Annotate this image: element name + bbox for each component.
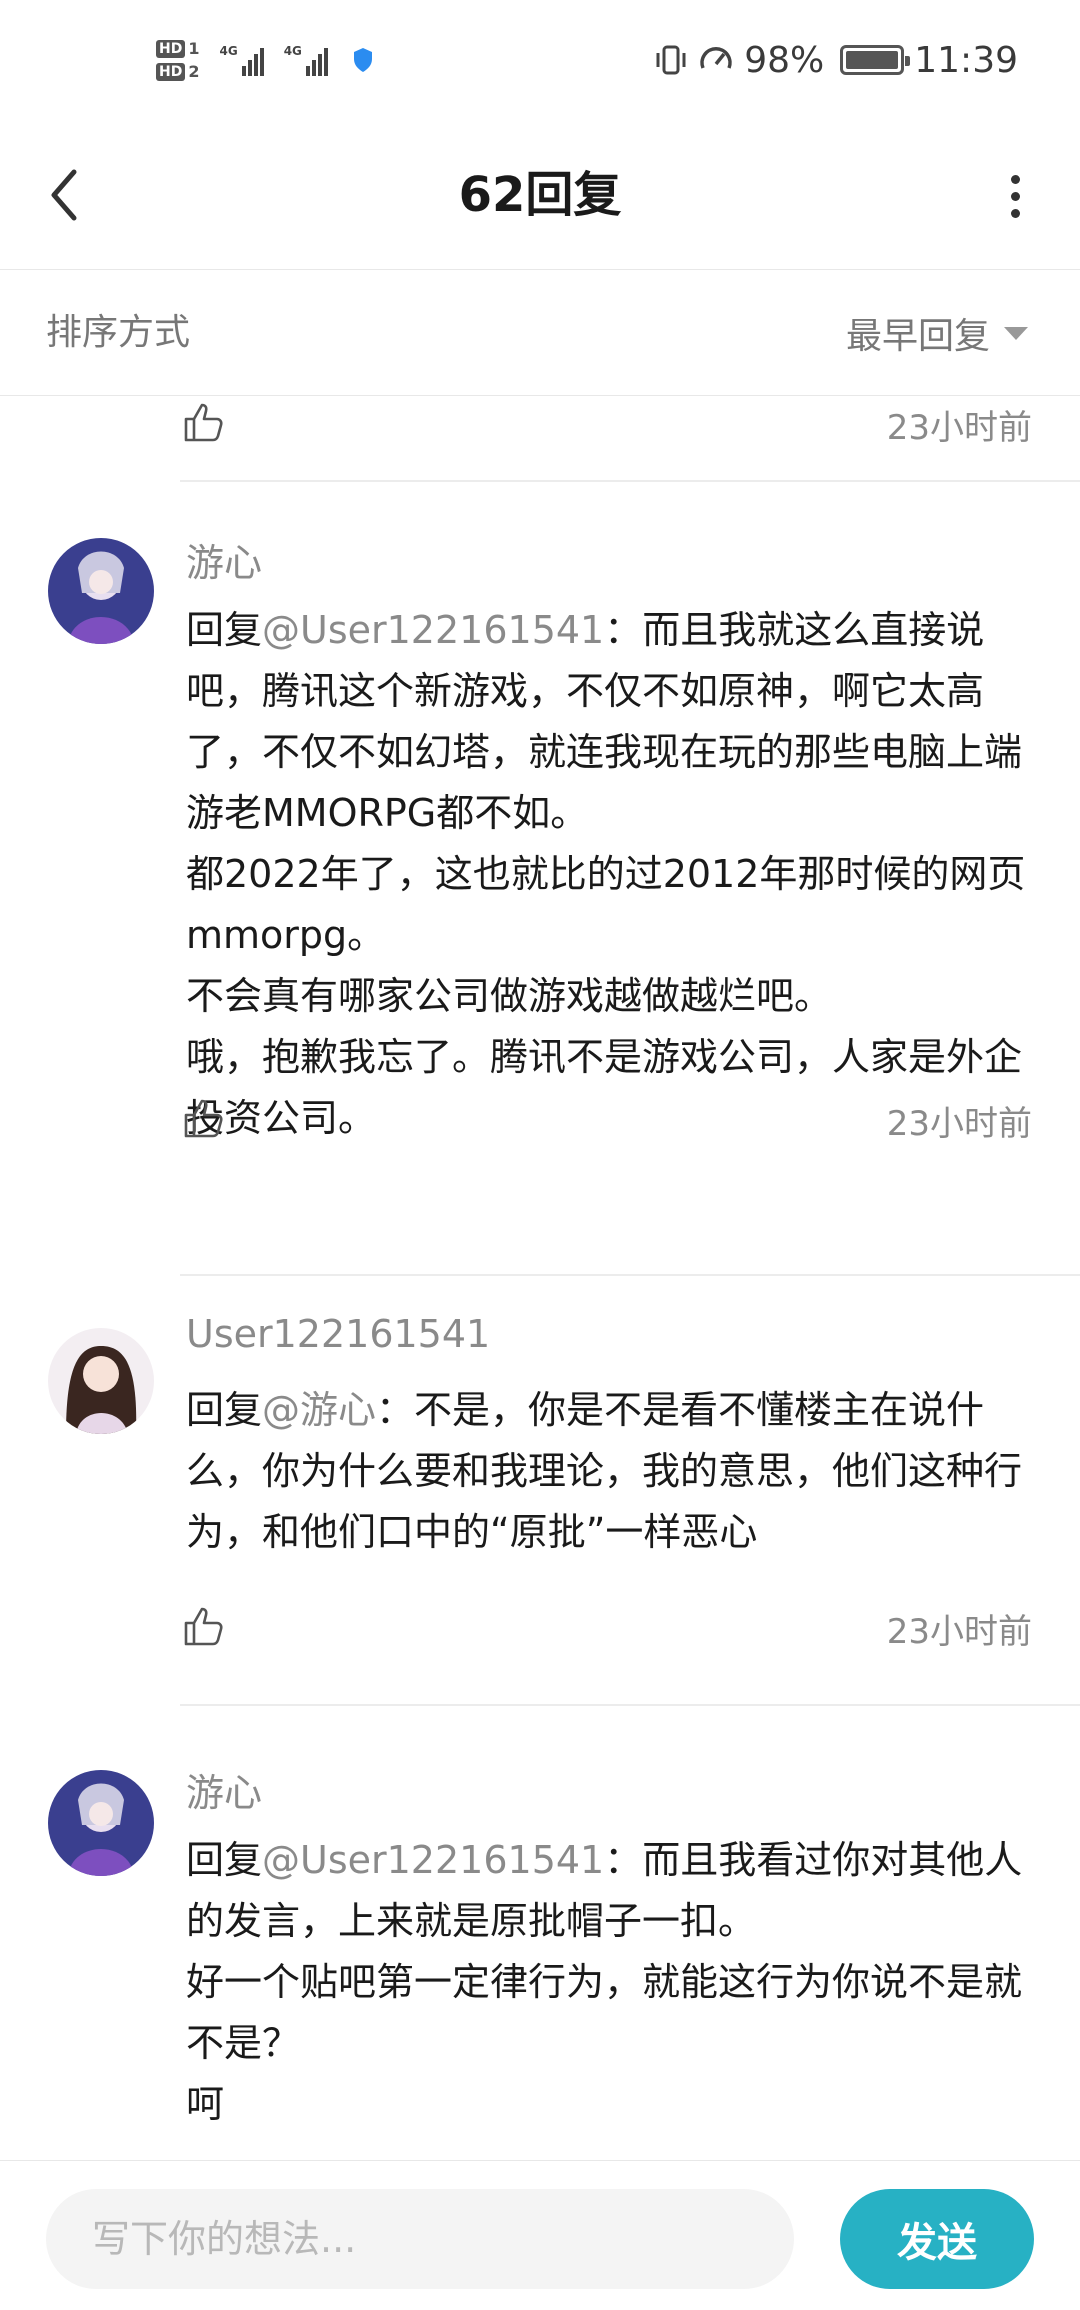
comment-list: 23小时前 游心 回复@User122161541：而且我就这么直接说吧，腾讯这…: [0, 396, 1080, 2160]
like-icon[interactable]: [182, 1096, 226, 1140]
vibrate-icon: [656, 45, 686, 75]
signal-2-icon: 4G: [284, 44, 328, 76]
comment-time: 23小时前: [886, 1104, 1032, 1144]
comment-username[interactable]: 游心: [186, 1762, 262, 1817]
header: 62回复: [0, 120, 1080, 270]
status-left: HD 1 HD 2 4G 4G: [156, 30, 374, 90]
signal-1-icon: 4G: [219, 44, 264, 76]
send-button[interactable]: 发送: [840, 2189, 1034, 2289]
comment-item: User122161541 回复@游心：不是，你是不是看不懂楼主在说什么，你为什…: [0, 1276, 1080, 1706]
sort-label: 排序方式: [46, 312, 191, 353]
comment-item: 游心 回复@User122161541：而且我看过你对其他人的发言，上来就是原批…: [0, 1706, 1080, 2160]
avatar[interactable]: [48, 1328, 154, 1434]
like-icon[interactable]: [182, 1604, 226, 1648]
hd-num-2: 2: [188, 62, 200, 81]
battery-icon: [840, 45, 911, 75]
sort-value: 最早回复: [845, 316, 990, 357]
status-bar: HD 1 HD 2 4G 4G 98% 11:39: [0, 0, 1080, 120]
clock: 11:39: [914, 39, 1018, 81]
mention-link[interactable]: @User122161541: [262, 1838, 604, 1882]
sort-dropdown[interactable]: 最早回复: [846, 270, 1028, 396]
like-icon[interactable]: [182, 400, 226, 444]
mention-link[interactable]: @User122161541: [262, 608, 604, 652]
comment-time: 23小时前: [886, 408, 1032, 448]
hd-num-1: 1: [188, 39, 200, 58]
battery-percent: 98%: [744, 39, 825, 81]
hd-badge-2: HD: [156, 62, 186, 81]
comment-text: 回复@User122161541：而且我看过你对其他人的发言，上来就是原批帽子一…: [186, 1838, 1023, 2126]
comment-text: 回复@游心：不是，你是不是看不懂楼主在说什么，你为什么要和我理论，我的意思，他们…: [186, 1388, 1023, 1554]
sort-bar: 排序方式 最早回复: [0, 270, 1080, 396]
hd-indicators: HD 1 HD 2: [156, 39, 199, 81]
comment-username[interactable]: 游心: [186, 532, 262, 587]
avatar[interactable]: [48, 1770, 154, 1876]
comment-input[interactable]: [46, 2189, 794, 2289]
speed-icon: [700, 47, 732, 69]
comment-footer-partial: 23小时前: [0, 396, 1080, 480]
avatar[interactable]: [48, 538, 154, 644]
comment-item: 游心 回复@User122161541：而且我就这么直接说吧，腾讯这个新游戏，不…: [0, 482, 1080, 1192]
hd-badge-1: HD: [156, 39, 186, 58]
comment-text: 回复@User122161541：而且我就这么直接说吧，腾讯这个新游戏，不仅不如…: [186, 608, 1026, 1140]
page-title: 62回复: [458, 167, 622, 223]
more-options-icon[interactable]: [990, 164, 1040, 228]
shield-icon: [353, 48, 372, 72]
comment-username[interactable]: User122161541: [186, 1312, 490, 1356]
comment-time: 23小时前: [886, 1612, 1032, 1652]
chevron-down-icon: [1004, 326, 1028, 340]
comment-input-bar: 发送: [0, 2160, 1080, 2310]
status-right: 98% 11:39: [654, 30, 1018, 90]
mention-link[interactable]: @游心: [262, 1388, 376, 1432]
